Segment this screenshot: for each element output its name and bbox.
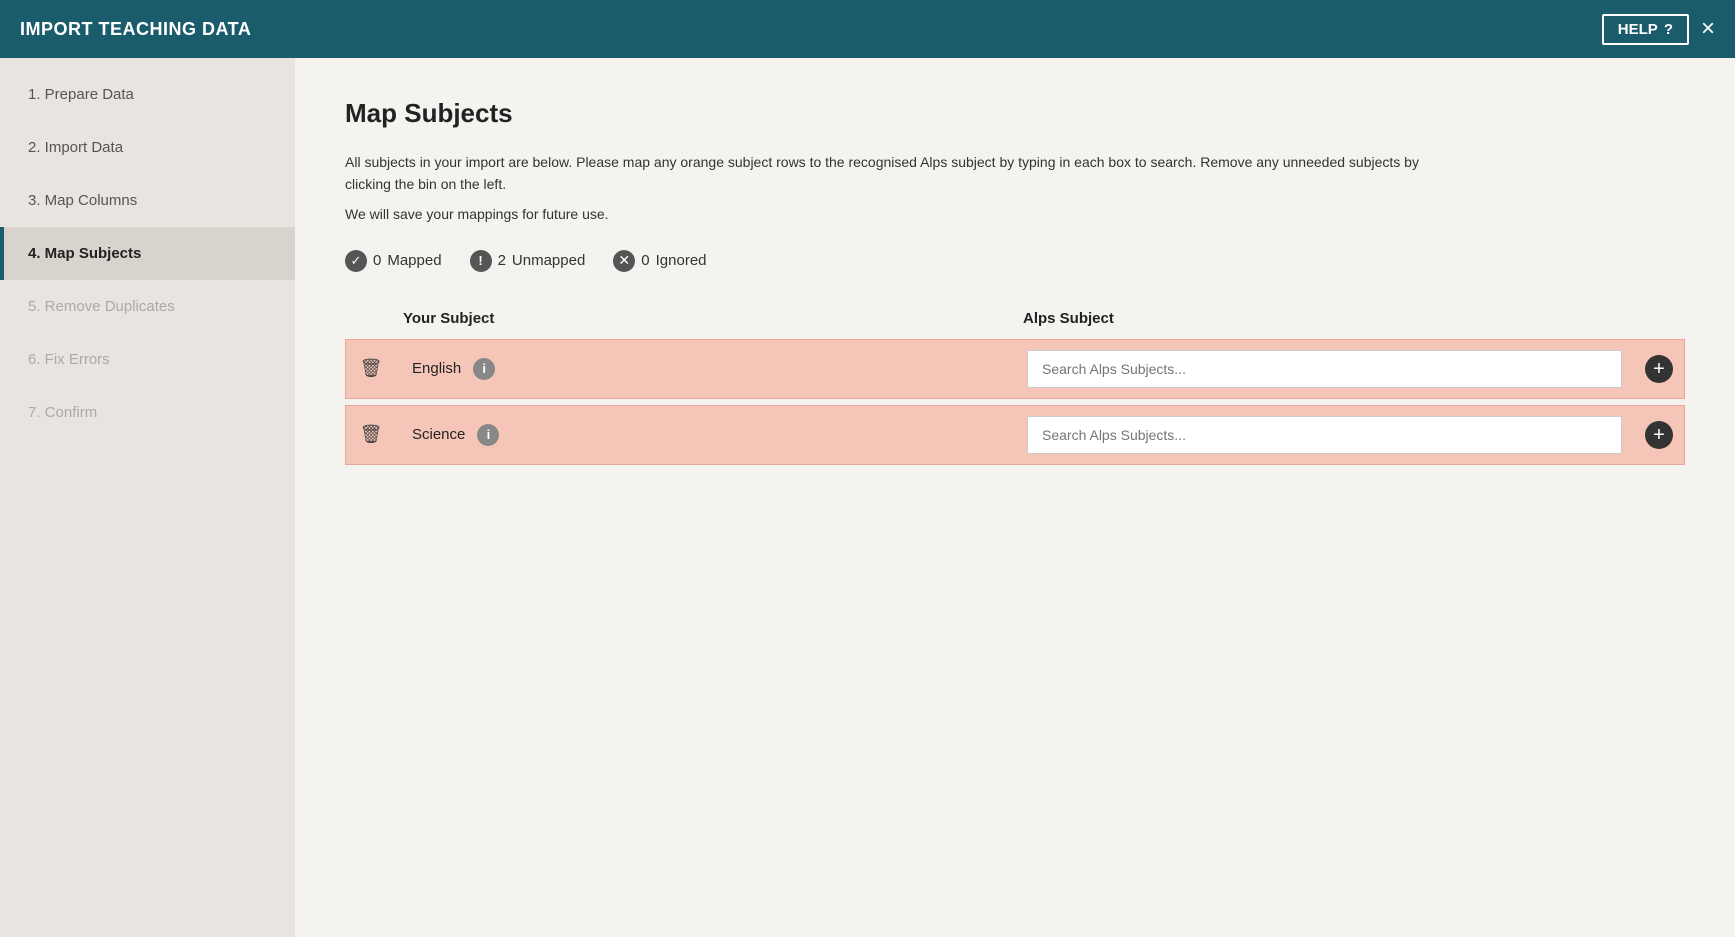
- sidebar-item-fix-errors: 6. Fix Errors: [0, 333, 295, 386]
- header-actions: HELP ? ×: [1602, 14, 1715, 45]
- sidebar-item-map-subjects[interactable]: 4. Map Subjects: [0, 227, 295, 280]
- ignored-count: 0: [641, 252, 649, 269]
- add-science-button[interactable]: +: [1645, 421, 1673, 449]
- add-english-button[interactable]: +: [1645, 355, 1673, 383]
- sidebar-item-import-data[interactable]: 2. Import Data: [0, 121, 295, 174]
- modal-header: IMPORT TEACHING DATA HELP ? ×: [0, 0, 1735, 58]
- sub-description-text: We will save your mappings for future us…: [345, 206, 1685, 222]
- col-alps-subject: Alps Subject: [1015, 310, 1635, 327]
- sidebar: 1. Prepare Data 2. Import Data 3. Map Co…: [0, 58, 295, 937]
- modal-body: 1. Prepare Data 2. Import Data 3. Map Co…: [0, 58, 1735, 937]
- sidebar-item-confirm: 7. Confirm: [0, 386, 295, 439]
- sidebar-item-map-columns[interactable]: 3. Map Columns: [0, 174, 295, 227]
- close-icon: ×: [1701, 15, 1715, 42]
- unmapped-count: 2: [498, 252, 506, 269]
- science-info-icon: i: [477, 424, 499, 446]
- help-button[interactable]: HELP ?: [1602, 14, 1689, 45]
- subject-name-cell-science: Science i: [396, 412, 1015, 458]
- table-header: Your Subject Alps Subject: [345, 302, 1685, 335]
- delete-english-button[interactable]: 🗑: [352, 350, 391, 387]
- english-search-input[interactable]: [1027, 350, 1622, 388]
- english-info-icon: i: [473, 358, 495, 380]
- unmapped-status: ! 2 Unmapped: [470, 250, 586, 272]
- help-icon: ?: [1664, 21, 1673, 38]
- subject-name-cell-english: English i: [396, 346, 1015, 392]
- page-title: Map Subjects: [345, 98, 1685, 129]
- sidebar-item-prepare-data[interactable]: 1. Prepare Data: [0, 68, 295, 121]
- add-cell-science: +: [1634, 421, 1684, 449]
- status-row: ✓ 0 Mapped ! 2 Unmapped ✕ 0 Ignored: [345, 250, 1685, 272]
- table-row: 🗑 Science i +: [345, 405, 1685, 465]
- subjects-table: 🗑 English i + 🗑: [345, 339, 1685, 465]
- alps-subject-cell-english: [1015, 340, 1634, 398]
- mapped-status: ✓ 0 Mapped: [345, 250, 442, 272]
- ignored-status: ✕ 0 Ignored: [613, 250, 706, 272]
- unmapped-label: Unmapped: [512, 252, 585, 269]
- ignored-icon: ✕: [613, 250, 635, 272]
- help-label: HELP: [1618, 21, 1658, 38]
- english-subject-name: English: [412, 360, 461, 377]
- delete-cell-english: 🗑: [346, 350, 396, 387]
- mapped-count: 0: [373, 252, 381, 269]
- science-search-input[interactable]: [1027, 416, 1622, 454]
- unmapped-warning-icon: !: [470, 250, 492, 272]
- sidebar-item-remove-duplicates: 5. Remove Duplicates: [0, 280, 295, 333]
- alps-subject-cell-science: [1015, 406, 1634, 464]
- modal-title: IMPORT TEACHING DATA: [20, 19, 251, 40]
- description-text: All subjects in your import are below. P…: [345, 151, 1445, 196]
- import-modal: IMPORT TEACHING DATA HELP ? × 1. Prepare…: [0, 0, 1735, 937]
- main-content: Map Subjects All subjects in your import…: [295, 58, 1735, 937]
- ignored-label: Ignored: [656, 252, 707, 269]
- table-row: 🗑 English i +: [345, 339, 1685, 399]
- add-cell-english: +: [1634, 355, 1684, 383]
- delete-science-button[interactable]: 🗑: [352, 416, 391, 453]
- mapped-label: Mapped: [387, 252, 441, 269]
- science-subject-name: Science: [412, 426, 465, 443]
- close-button[interactable]: ×: [1701, 17, 1715, 41]
- mapped-check-icon: ✓: [345, 250, 367, 272]
- delete-cell-science: 🗑: [346, 416, 396, 453]
- col-your-subject: Your Subject: [395, 310, 1015, 327]
